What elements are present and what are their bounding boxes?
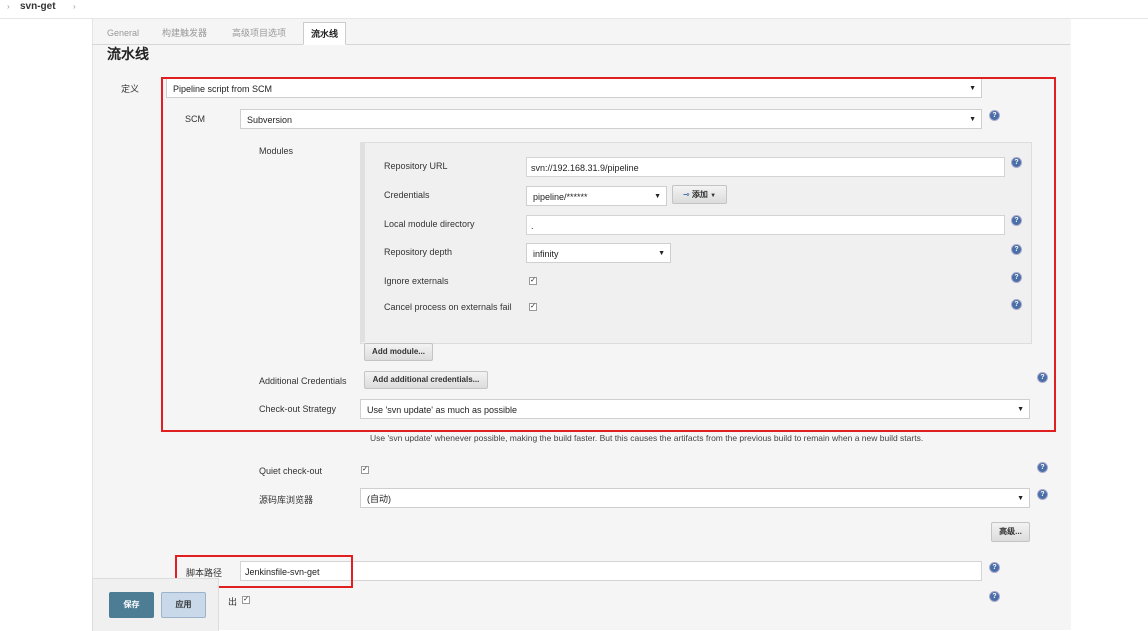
breadcrumb-job-link[interactable]: svn-get <box>20 1 56 12</box>
help-icon[interactable]: ? <box>990 563 999 572</box>
lightweight-checkout-checkbox[interactable]: ✓ <box>242 596 250 604</box>
section-title: 流水线 <box>107 46 149 62</box>
breadcrumb-chevron-icon: › <box>7 2 10 11</box>
lightweight-checkout-label: 出 <box>228 597 238 607</box>
breadcrumb-bar <box>0 0 1148 19</box>
help-icon[interactable]: ? <box>990 592 999 601</box>
tab-advanced-project[interactable]: 高级项目选项 <box>225 22 293 44</box>
repo-browser-select[interactable]: (自动) ▼ <box>360 488 1030 508</box>
definition-label: 定义 <box>121 84 140 94</box>
save-button[interactable]: 保存 <box>109 592 154 618</box>
repo-browser-value: (自动) <box>367 494 391 504</box>
quiet-checkout-label: Quiet check-out <box>259 466 323 476</box>
quiet-checkout-checkbox[interactable]: ✓ <box>361 466 369 474</box>
breadcrumb-chevron-icon[interactable]: › <box>73 2 76 11</box>
config-tabs: General 构建触发器 高级项目选项 流水线 <box>92 22 1070 45</box>
tab-build-triggers[interactable]: 构建触发器 <box>155 22 214 44</box>
tab-general[interactable]: General <box>100 22 146 44</box>
apply-button[interactable]: 应用 <box>161 592 206 618</box>
right-gutter <box>1071 19 1148 630</box>
tab-pipeline[interactable]: 流水线 <box>303 22 347 45</box>
help-icon[interactable]: ? <box>1038 490 1047 499</box>
help-icon[interactable]: ? <box>1038 463 1047 472</box>
checkout-strategy-description: Use 'svn update' whenever possible, maki… <box>370 433 924 443</box>
left-gutter <box>0 19 92 630</box>
caret-down-icon: ▼ <box>1017 495 1024 502</box>
advanced-button[interactable]: 高级... <box>991 522 1030 542</box>
highlight-box <box>161 77 1056 432</box>
repo-browser-label: 源码库浏览器 <box>259 495 314 505</box>
